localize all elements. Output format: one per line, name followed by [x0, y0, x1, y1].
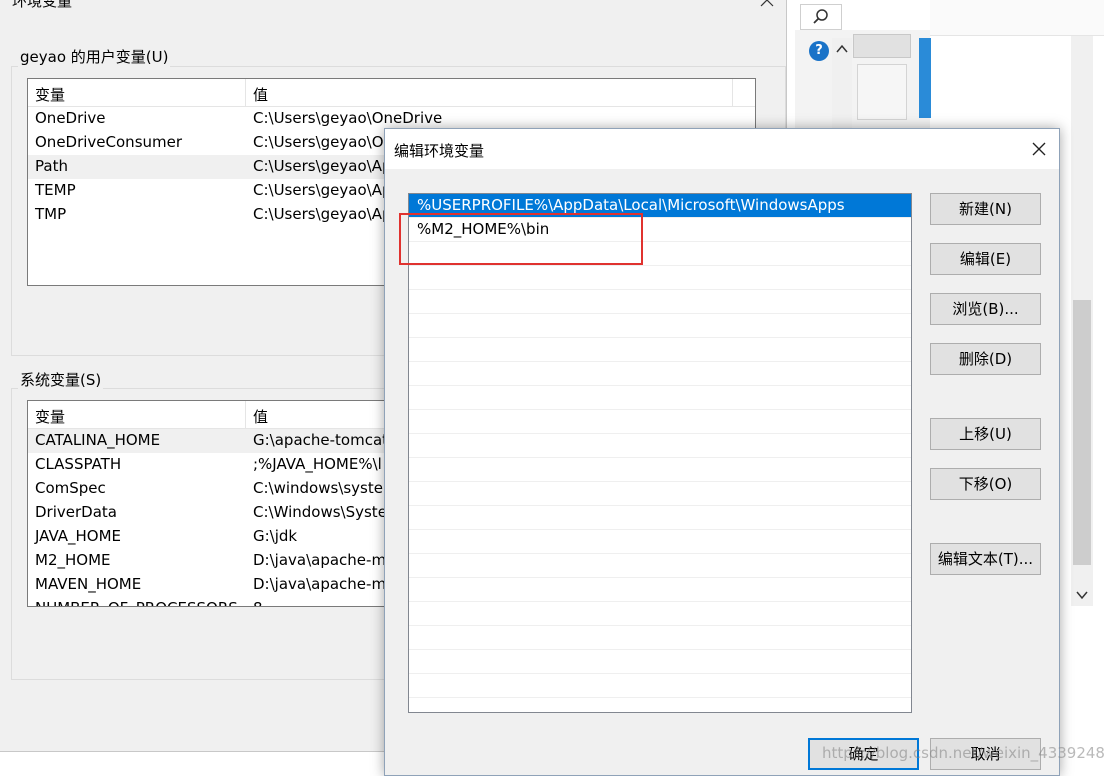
- delete-button[interactable]: 删除(D): [930, 343, 1041, 375]
- edit-environment-variable-dialog: 编辑环境变量 %USERPROFILE%\AppData\Local\Micro…: [384, 128, 1060, 776]
- background-accent-strip: [919, 38, 931, 118]
- variable-value: C:\Users\geyao\On: [253, 133, 394, 151]
- background-box: [857, 64, 907, 120]
- dialog-title: 编辑环境变量: [394, 142, 485, 160]
- variable-value: C:\Windows\Syste: [253, 503, 387, 521]
- chevron-down-icon[interactable]: [1073, 585, 1091, 605]
- path-entry-empty[interactable]: [409, 266, 911, 290]
- path-entry-empty[interactable]: [409, 362, 911, 386]
- path-entry-empty[interactable]: [409, 482, 911, 506]
- variable-name: OneDrive: [35, 109, 106, 127]
- variable-name: MAVEN_HOME: [35, 575, 142, 593]
- scrollbar-thumb[interactable]: [1073, 300, 1091, 565]
- variable-value: G:\apache-tomcat: [253, 431, 389, 449]
- path-entry-empty[interactable]: [409, 410, 911, 434]
- background-toolbar: [930, 0, 1104, 36]
- move-down-button[interactable]: 下移(O): [930, 468, 1041, 500]
- list-header: 变量 值: [28, 79, 755, 107]
- path-entry-empty[interactable]: [409, 506, 911, 530]
- path-entry-empty[interactable]: [409, 314, 911, 338]
- column-header-value[interactable]: 值: [253, 406, 268, 427]
- dialog-titlebar[interactable]: 编辑环境变量: [385, 129, 1059, 169]
- variable-name: OneDriveConsumer: [35, 133, 183, 151]
- variable-name: JAVA_HOME: [35, 527, 122, 545]
- variable-name: DriverData: [35, 503, 117, 521]
- new-button[interactable]: 新建(N): [930, 193, 1041, 225]
- variable-value: C:\Users\geyao\Ap: [253, 205, 392, 223]
- system-variables-label: 系统变量(S): [18, 369, 104, 390]
- variable-name: TEMP: [35, 181, 76, 199]
- help-icon[interactable]: ?: [809, 41, 829, 61]
- close-icon[interactable]: [757, 0, 777, 10]
- watermark: https://blog.csdn.net/weixin_43392489: [822, 744, 1104, 762]
- search-icon[interactable]: [812, 8, 830, 26]
- path-entry-empty[interactable]: [409, 338, 911, 362]
- path-entry-empty[interactable]: [409, 626, 911, 650]
- path-entry-empty[interactable]: [409, 434, 911, 458]
- variable-name: CLASSPATH: [35, 455, 122, 473]
- variable-name: Path: [35, 157, 68, 175]
- close-icon[interactable]: [1027, 137, 1051, 161]
- variable-value: C:\Users\geyao\OneDrive: [253, 109, 443, 127]
- variable-value: D:\java\apache-ma: [253, 551, 396, 569]
- path-entry-empty[interactable]: [409, 674, 911, 698]
- variable-value: C:\Users\geyao\Ap: [253, 157, 392, 175]
- path-entries-list[interactable]: %USERPROFILE%\AppData\Local\Microsoft\Wi…: [408, 193, 912, 713]
- edit-text-button[interactable]: 编辑文本(T)...: [930, 543, 1041, 575]
- path-entry-empty[interactable]: [409, 650, 911, 674]
- highlight-annotation-box: [399, 213, 643, 265]
- user-variables-label: geyao 的用户变量(U): [18, 46, 171, 67]
- chevron-up-icon[interactable]: [832, 38, 852, 60]
- variable-value: G:\jdk: [253, 527, 298, 545]
- path-entry-empty[interactable]: [409, 554, 911, 578]
- variable-value: C:\windows\syster: [253, 479, 390, 497]
- column-header-variable[interactable]: 变量: [35, 406, 65, 427]
- variable-name: M2_HOME: [35, 551, 111, 569]
- variable-value: C:\Users\geyao\Ap: [253, 181, 392, 199]
- variable-value: D:\java\apache-ma: [253, 575, 396, 593]
- path-entry-empty[interactable]: [409, 386, 911, 410]
- path-entry-empty[interactable]: [409, 458, 911, 482]
- path-entry-empty[interactable]: [409, 578, 911, 602]
- browse-button[interactable]: 浏览(B)...: [930, 293, 1041, 325]
- column-header-variable[interactable]: 变量: [35, 84, 65, 105]
- column-header-value[interactable]: 值: [253, 84, 268, 105]
- path-entry-text: %USERPROFILE%\AppData\Local\Microsoft\Wi…: [417, 196, 845, 214]
- variable-value: ;%JAVA_HOME%\l: [253, 455, 382, 473]
- path-entry-empty[interactable]: [409, 602, 911, 626]
- move-up-button[interactable]: 上移(U): [930, 418, 1041, 450]
- window-title: 环境变量: [12, 0, 73, 10]
- edit-button[interactable]: 编辑(E): [930, 243, 1041, 275]
- path-entry-empty[interactable]: [409, 290, 911, 314]
- variable-name: TMP: [35, 205, 67, 223]
- variable-name: CATALINA_HOME: [35, 431, 161, 449]
- variable-name: ComSpec: [35, 479, 106, 497]
- variable-name: NUMBER_OF_PROCESSORS: [35, 599, 238, 606]
- variable-value: 8: [253, 599, 263, 606]
- path-entry-empty[interactable]: [409, 530, 911, 554]
- background-button[interactable]: [853, 34, 911, 58]
